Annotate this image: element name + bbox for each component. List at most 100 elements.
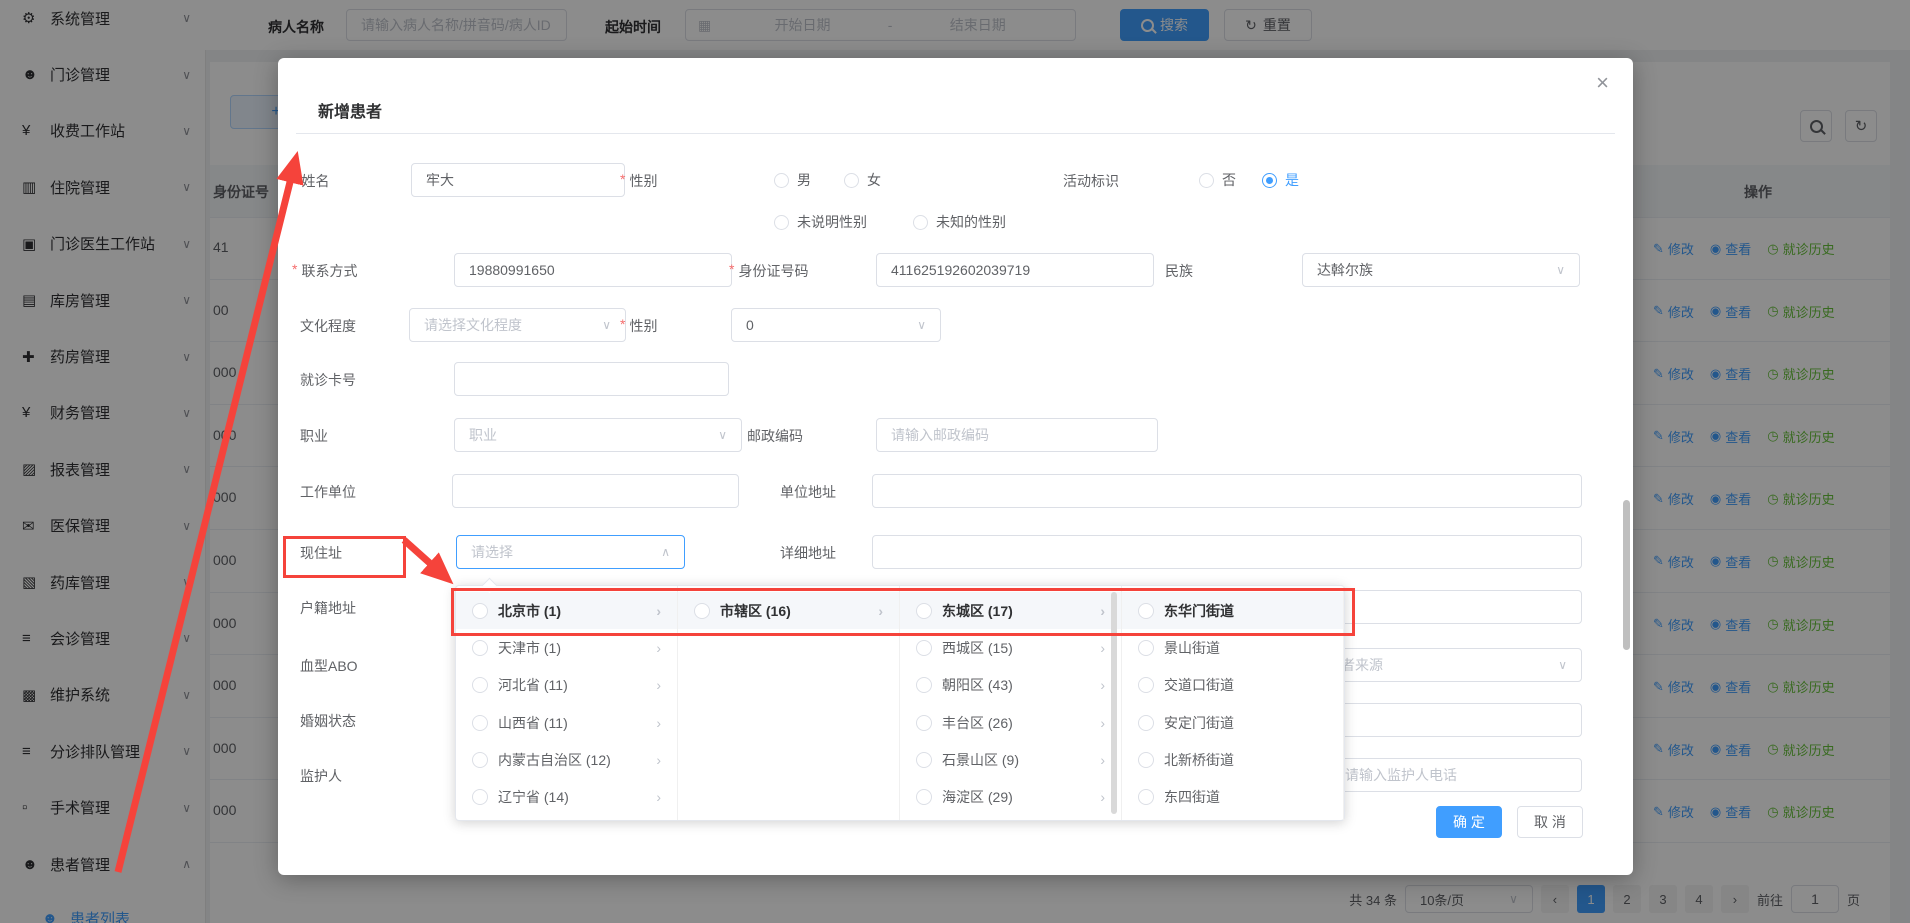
- active-no-radio[interactable]: 否: [1199, 170, 1236, 190]
- radio-icon: [916, 789, 932, 805]
- radio-icon: [1138, 715, 1154, 731]
- province-option[interactable]: 河北省 (11) ›: [456, 667, 677, 704]
- district-option[interactable]: 东城区 (17) ›: [900, 592, 1121, 629]
- gender-female-radio[interactable]: 女: [844, 170, 881, 190]
- name-input[interactable]: [411, 163, 625, 197]
- confirm-button[interactable]: 确 定: [1436, 806, 1502, 838]
- option-label: 天津市 (1): [498, 638, 561, 658]
- active-yes-radio[interactable]: 是: [1262, 170, 1299, 190]
- cancel-button[interactable]: 取 消: [1517, 806, 1583, 838]
- chevron-right-icon: ›: [656, 603, 661, 619]
- chevron-right-icon: ›: [1100, 677, 1105, 693]
- district-option[interactable]: 西城区 (15) ›: [900, 629, 1121, 666]
- option-label: 景山街道: [1164, 638, 1220, 658]
- education-select[interactable]: 请选择文化程度 ∨: [409, 308, 626, 342]
- household-address-label: 户籍地址: [300, 598, 356, 618]
- marital-status-label: 婚姻状态: [300, 711, 356, 731]
- street-option[interactable]: 北新桥街道: [1122, 741, 1343, 778]
- option-label: 东城区 (17): [942, 601, 1013, 621]
- unit-address-label: 单位地址: [780, 482, 836, 502]
- chevron-right-icon: ›: [1100, 640, 1105, 656]
- option-label: 东华门街道: [1164, 601, 1234, 621]
- contact-input[interactable]: [454, 253, 732, 287]
- gender2-select[interactable]: 0 ∨: [731, 308, 941, 342]
- gender2-value: 0: [746, 317, 754, 333]
- option-label: 石景山区 (9): [942, 750, 1019, 770]
- modal-divider: [296, 133, 1615, 134]
- radio-icon: [916, 640, 932, 656]
- contact-label: *联系方式: [292, 261, 357, 281]
- radio-icon: [694, 603, 710, 619]
- guardian-phone-input[interactable]: [1330, 758, 1582, 792]
- district-option[interactable]: 丰台区 (26) ›: [900, 704, 1121, 741]
- chevron-right-icon: ›: [656, 715, 661, 731]
- province-option[interactable]: 山西省 (11) ›: [456, 704, 677, 741]
- confirm-label: 确 定: [1453, 812, 1485, 832]
- gender-unknown-radio[interactable]: 未知的性别: [913, 212, 1006, 232]
- district-option[interactable]: 海淀区 (29) ›: [900, 778, 1121, 815]
- district-scrollbar[interactable]: [1111, 592, 1117, 814]
- current-address-cascader[interactable]: 请选择 ∧: [456, 535, 685, 569]
- radio-icon: [472, 677, 488, 693]
- radio-icon: [916, 603, 932, 619]
- work-unit-input[interactable]: [452, 474, 739, 508]
- radio-icon: [1138, 752, 1154, 768]
- close-icon[interactable]: ×: [1596, 70, 1609, 96]
- street-option[interactable]: 景山街道: [1122, 629, 1343, 666]
- province-option[interactable]: 天津市 (1) ›: [456, 629, 677, 666]
- street-option[interactable]: 东四街道: [1122, 778, 1343, 815]
- postal-code-label: 邮政编码: [747, 426, 803, 446]
- visit-card-input[interactable]: [454, 362, 729, 396]
- current-address-label: 现住址: [300, 543, 342, 563]
- province-option[interactable]: 内蒙古自治区 (12) ›: [456, 741, 677, 778]
- detail-address-label: 详细地址: [780, 543, 836, 563]
- chevron-down-icon: ∨: [602, 318, 611, 332]
- chevron-down-icon: ∨: [718, 428, 727, 442]
- ethnicity-select[interactable]: 达斡尔族 ∨: [1302, 253, 1580, 287]
- idcard-label: *身份证号码: [729, 261, 808, 281]
- occupation-select[interactable]: 职业 ∨: [454, 418, 742, 452]
- city-option[interactable]: 市辖区 (16) ›: [678, 592, 899, 629]
- unit-address-input[interactable]: [872, 474, 1582, 508]
- ethnicity-label: 民族: [1165, 261, 1193, 281]
- occupation-placeholder: 职业: [469, 425, 497, 445]
- modal-scrollbar[interactable]: [1623, 500, 1630, 650]
- chevron-right-icon: ›: [1100, 715, 1105, 731]
- option-label: 交道口街道: [1164, 675, 1234, 695]
- occupation-label: 职业: [300, 426, 328, 446]
- gender-unstated-radio[interactable]: 未说明性别: [774, 212, 867, 232]
- chevron-up-icon: ∧: [661, 545, 670, 559]
- gender-male-radio[interactable]: 男: [774, 170, 811, 190]
- street-column: 东华门街道 景山街道 交道口街道 安定门街道: [1122, 586, 1344, 820]
- address-cascade-dropdown: 北京市 (1) › 天津市 (1) › 河北省 (11) › 山: [455, 585, 1345, 821]
- ethnicity-value: 达斡尔族: [1317, 260, 1373, 280]
- current-address-placeholder: 请选择: [471, 542, 513, 562]
- radio-icon: [1138, 640, 1154, 656]
- street-option[interactable]: 安定门街道: [1122, 704, 1343, 741]
- street-option[interactable]: 交道口街道: [1122, 667, 1343, 704]
- detail-address-input[interactable]: [872, 535, 1582, 569]
- postal-code-input[interactable]: [876, 418, 1158, 452]
- option-label: 北京市 (1): [498, 601, 561, 621]
- radio-icon: [916, 677, 932, 693]
- idcard-input[interactable]: [876, 253, 1154, 287]
- province-option[interactable]: 北京市 (1) ›: [456, 592, 677, 629]
- option-label: 丰台区 (26): [942, 713, 1013, 733]
- gender-label: *性别: [620, 171, 657, 191]
- modal-title: 新增患者: [318, 98, 382, 122]
- guardian-label: 监护人: [300, 766, 342, 786]
- option-label: 内蒙古自治区 (12): [498, 750, 611, 770]
- radio-icon: [472, 715, 488, 731]
- active-flag-label: 活动标识: [1063, 171, 1119, 191]
- education-label: 文化程度: [300, 316, 356, 336]
- chevron-right-icon: ›: [656, 640, 661, 656]
- province-column: 北京市 (1) › 天津市 (1) › 河北省 (11) › 山: [456, 586, 678, 820]
- street-option[interactable]: 东华门街道: [1122, 592, 1343, 629]
- chevron-right-icon: ›: [656, 677, 661, 693]
- district-column: 东城区 (17) › 西城区 (15) › 朝阳区 (43) ›: [900, 586, 1122, 820]
- radio-icon: [1138, 677, 1154, 693]
- district-option[interactable]: 石景山区 (9) ›: [900, 741, 1121, 778]
- district-option[interactable]: 朝阳区 (43) ›: [900, 667, 1121, 704]
- chevron-down-icon: ∨: [1558, 658, 1567, 672]
- province-option[interactable]: 辽宁省 (14) ›: [456, 778, 677, 815]
